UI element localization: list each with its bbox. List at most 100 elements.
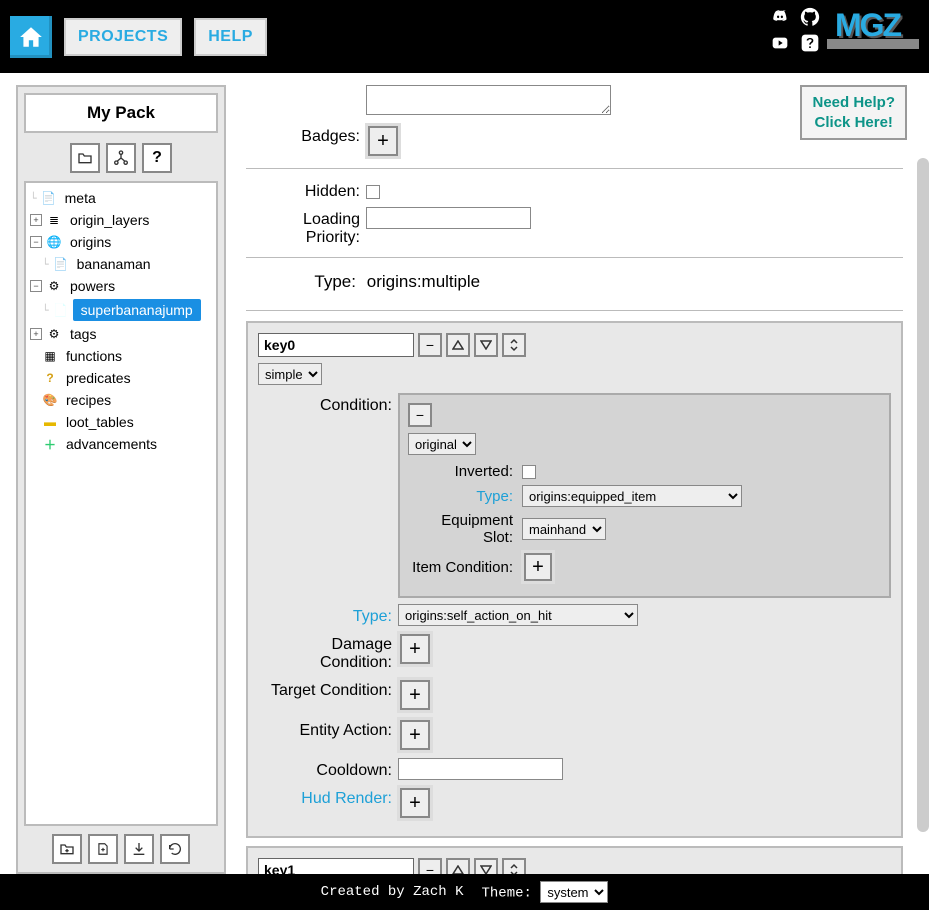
download-icon <box>131 840 147 858</box>
new-folder-button[interactable] <box>52 834 82 864</box>
expand-toggle[interactable]: + <box>30 328 42 340</box>
youtube-icon[interactable] <box>769 32 791 54</box>
itch-icon[interactable] <box>799 32 821 54</box>
move-up-button[interactable] <box>446 333 470 357</box>
remove-key-button[interactable]: − <box>418 333 442 357</box>
file-plus-icon <box>96 840 110 858</box>
tree-item-recipes[interactable]: 🎨 recipes <box>28 389 214 411</box>
craft-icon: 🎨 <box>42 392 58 408</box>
key-name-input[interactable] <box>258 858 414 874</box>
footer: Created by Zach K Theme: system <box>0 874 929 910</box>
triangle-up-icon <box>452 865 464 874</box>
home-icon <box>18 24 44 50</box>
sort-button[interactable] <box>502 333 526 357</box>
tree-item-predicates[interactable]: ? predicates <box>28 367 214 389</box>
file-icon: 📄 <box>53 302 69 318</box>
move-up-button[interactable] <box>446 858 470 874</box>
sort-button[interactable] <box>502 858 526 874</box>
key-type-select[interactable]: origins:self_action_on_hit <box>398 604 638 626</box>
remove-condition-button[interactable]: − <box>408 403 432 427</box>
github-icon[interactable] <box>799 6 821 28</box>
gear-icon: ⚙ <box>46 278 62 294</box>
refresh-button[interactable] <box>160 834 190 864</box>
top-right-links: MGZ <box>769 6 919 54</box>
footer-credit: Created by Zach K <box>321 884 464 900</box>
folder-plus-icon <box>58 841 76 857</box>
triangle-down-icon <box>480 865 492 874</box>
add-damage-condition-button[interactable]: + <box>400 634 430 664</box>
refresh-icon <box>167 841 183 857</box>
add-badge-button[interactable]: + <box>368 126 398 156</box>
divider <box>246 168 903 169</box>
type-label: Type: <box>246 272 362 292</box>
tree-item-superbananajump[interactable]: └ 📄 superbananajump <box>28 297 214 323</box>
tree-item-meta[interactable]: └ 📄 meta <box>28 187 214 209</box>
inverted-checkbox[interactable] <box>522 465 536 479</box>
plus-green-icon: ＋ <box>42 436 58 452</box>
need-help-box[interactable]: Need Help? Click Here! <box>800 85 907 140</box>
tree-item-bananaman[interactable]: └ 📄 bananaman <box>28 253 214 275</box>
add-entity-action-button[interactable]: + <box>400 720 430 750</box>
condition-type-select[interactable]: origins:equipped_item <box>522 485 742 507</box>
add-target-condition-button[interactable]: + <box>400 680 430 710</box>
logo[interactable]: MGZ <box>827 11 919 50</box>
hud-render-label[interactable]: Hud Render: <box>258 786 398 808</box>
top-bar: PROJECTS HELP MGZ <box>0 0 929 73</box>
sort-icon <box>508 863 520 874</box>
tree-item-loot-tables[interactable]: ▬ loot_tables <box>28 411 214 433</box>
add-hud-render-button[interactable]: + <box>400 788 430 818</box>
discord-icon[interactable] <box>769 6 791 28</box>
key-mode-select[interactable]: simple <box>258 363 322 385</box>
theme-select[interactable]: system <box>540 881 608 903</box>
editor-panel: Need Help? Click Here! Badges: + Hidden:… <box>226 85 919 874</box>
tree-structure-button[interactable] <box>106 143 136 173</box>
move-down-button[interactable] <box>474 858 498 874</box>
add-item-condition-button[interactable]: + <box>524 553 552 581</box>
equipment-slot-label: Equipment Slot: <box>408 512 518 546</box>
layers-icon: ≣ <box>46 212 62 228</box>
question-icon: ? <box>42 370 58 386</box>
tree-item-tags[interactable]: + ⚙ tags <box>28 323 214 345</box>
description-textarea[interactable] <box>366 85 611 115</box>
type-value: origins:multiple <box>367 272 480 291</box>
condition-label: Condition: <box>258 393 398 415</box>
file-icon: 📄 <box>53 256 69 272</box>
loading-priority-input[interactable] <box>366 207 531 229</box>
new-file-button[interactable] <box>88 834 118 864</box>
hidden-checkbox[interactable] <box>366 185 380 199</box>
tree-item-advancements[interactable]: ＋ advancements <box>28 433 214 455</box>
key-name-input[interactable] <box>258 333 414 357</box>
gold-icon: ▬ <box>42 414 58 430</box>
tree-item-powers[interactable]: − ⚙ powers <box>28 275 214 297</box>
loading-priority-label: Loading Priority: <box>246 207 366 247</box>
command-icon: ▦ <box>42 348 58 364</box>
equipment-slot-select[interactable]: mainhand <box>522 518 606 540</box>
remove-key-button[interactable]: − <box>418 858 442 874</box>
projects-nav-button[interactable]: PROJECTS <box>64 18 182 56</box>
key-block-1: − simple Condition: + Type: origins:self… <box>246 846 903 874</box>
expand-toggle[interactable]: + <box>30 214 42 226</box>
sidebar-help-button[interactable]: ? <box>142 143 172 173</box>
condition-type-label[interactable]: Type: <box>408 488 518 505</box>
key-block-0: − simple Condition: − original <box>246 321 903 838</box>
collapse-toggle[interactable]: − <box>30 236 42 248</box>
triangle-up-icon <box>452 340 464 350</box>
key-type-label[interactable]: Type: <box>258 604 398 626</box>
home-button[interactable] <box>10 16 52 58</box>
scrollbar[interactable] <box>917 158 929 832</box>
download-button[interactable] <box>124 834 154 864</box>
help-nav-button[interactable]: HELP <box>194 18 267 56</box>
damage-condition-label: Damage Condition: <box>258 632 398 672</box>
item-condition-label: Item Condition: <box>408 559 518 576</box>
globe-icon: 🌐 <box>46 234 62 250</box>
tree-item-origin-layers[interactable]: + ≣ origin_layers <box>28 209 214 231</box>
tree-item-functions[interactable]: ▦ functions <box>28 345 214 367</box>
condition-panel: − original Inverted: Type: origins:equip… <box>398 393 891 598</box>
move-down-button[interactable] <box>474 333 498 357</box>
sidebar-title: My Pack <box>24 93 218 133</box>
tree-item-origins[interactable]: − 🌐 origins <box>28 231 214 253</box>
collapse-toggle[interactable]: − <box>30 280 42 292</box>
condition-mode-select[interactable]: original <box>408 433 476 455</box>
open-folder-button[interactable] <box>70 143 100 173</box>
cooldown-input[interactable] <box>398 758 563 780</box>
